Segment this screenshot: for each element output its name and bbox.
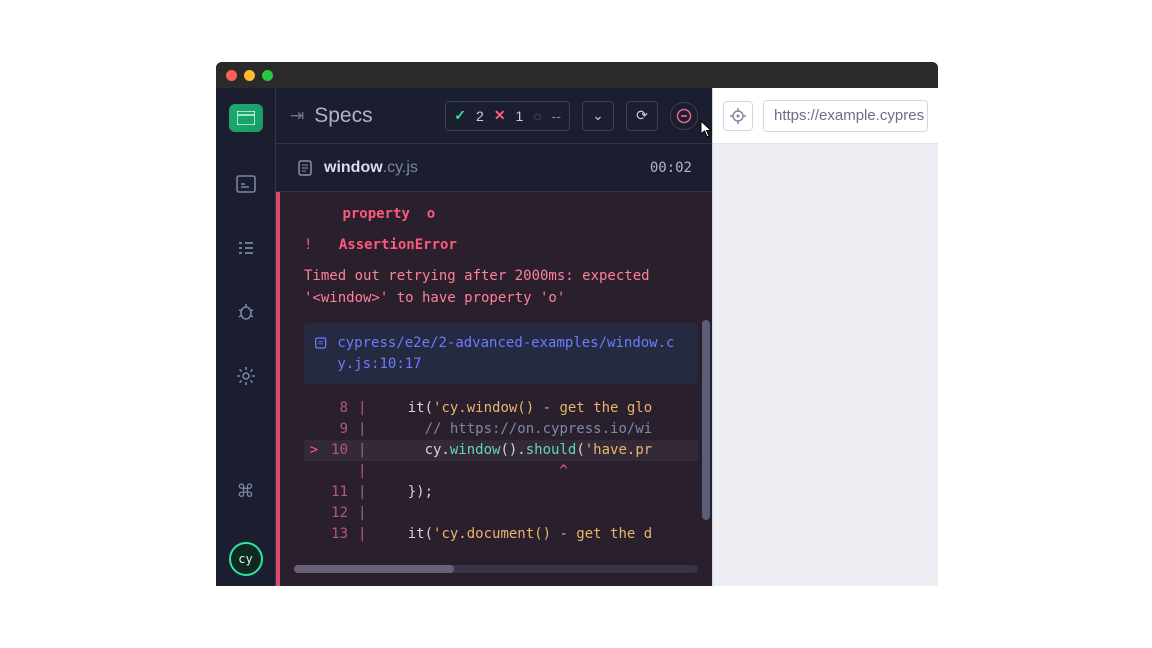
assertion-error-title-row: ! AssertionError <box>304 235 698 256</box>
close-window-button[interactable] <box>226 70 237 81</box>
maximize-window-button[interactable] <box>262 70 273 81</box>
file-link-icon <box>314 335 327 351</box>
vertical-scrollbar[interactable] <box>700 150 712 586</box>
main-row: ⌘ cy ⇥ Specs ✓ 2 ✕ 1 ◌ -- ⌄ <box>216 88 938 586</box>
nav-settings-icon[interactable] <box>234 364 258 388</box>
code-line: 9| // https://on.cypress.io/wi <box>304 419 698 440</box>
nav-debug-icon[interactable] <box>234 300 258 324</box>
error-panel: property o ! AssertionError Timed out re… <box>276 192 712 586</box>
file-icon <box>296 159 314 177</box>
chevron-down-icon: ⌄ <box>592 107 604 124</box>
keyboard-shortcuts-icon[interactable]: ⌘ <box>237 481 255 502</box>
cypress-logo-icon[interactable]: cy <box>229 542 263 576</box>
property-value: o <box>427 206 435 222</box>
scrollbar-thumb[interactable] <box>294 565 454 573</box>
left-nav: ⌘ cy <box>216 88 276 586</box>
preview-body[interactable] <box>713 144 938 586</box>
error-bang-icon: ! <box>304 237 312 253</box>
code-line: 11| }); <box>304 482 698 503</box>
preview-toolbar: https://example.cypres <box>713 88 938 144</box>
error-message: Timed out retrying after 2000ms: expecte… <box>304 266 698 309</box>
logo-text: cy <box>238 552 252 566</box>
nav-runs-icon[interactable] <box>234 172 258 196</box>
vertical-scrollbar-thumb[interactable] <box>702 320 710 520</box>
code-line: 12| <box>304 503 698 524</box>
code-line: 8| it('cy.window() - get the glo <box>304 398 698 419</box>
nav-specs-icon[interactable] <box>229 104 263 132</box>
stop-icon <box>676 108 692 124</box>
reload-icon: ⟳ <box>636 107 648 124</box>
file-name: window <box>324 159 383 176</box>
error-title: AssertionError <box>339 237 457 253</box>
collapse-icon: ⇥ <box>290 106 304 126</box>
horizontal-scrollbar[interactable] <box>294 565 698 573</box>
code-line: | ^ <box>304 461 698 482</box>
file-ext: .cy.js <box>383 159 418 176</box>
elapsed-timer: 00:02 <box>650 160 692 176</box>
chevron-down-button[interactable]: ⌄ <box>582 101 614 131</box>
window-titlebar[interactable] <box>216 62 938 88</box>
reload-button[interactable]: ⟳ <box>626 101 658 131</box>
stack-trace-link[interactable]: cypress/e2e/2-advanced-examples/window.c… <box>304 323 698 384</box>
assertion-property-line: property o <box>304 204 698 225</box>
minimize-window-button[interactable] <box>244 70 255 81</box>
nav-list-icon[interactable] <box>234 236 258 260</box>
target-icon <box>730 108 746 124</box>
specs-heading[interactable]: ⇥ Specs <box>290 104 373 128</box>
pass-count: 2 <box>476 108 484 124</box>
url-bar[interactable]: https://example.cypres <box>763 100 928 132</box>
check-icon: ✓ <box>454 107 466 124</box>
code-snippet: 8| it('cy.window() - get the glo9| // ht… <box>304 398 698 545</box>
pending-icon: ◌ <box>533 108 541 124</box>
code-line: 13| it('cy.document() - get the d <box>304 524 698 545</box>
spec-file-header[interactable]: window.cy.js 00:02 <box>276 144 712 192</box>
x-icon: ✕ <box>494 107 506 124</box>
app-preview-pane: https://example.cypres <box>712 88 938 586</box>
property-label: property <box>342 206 409 222</box>
stop-button[interactable] <box>670 102 698 130</box>
stack-path: cypress/e2e/2-advanced-examples/window.c… <box>337 333 688 374</box>
center-panel: ⇥ Specs ✓ 2 ✕ 1 ◌ -- ⌄ ⟳ <box>276 88 712 586</box>
url-text: https://example.cypres <box>774 107 924 124</box>
selector-playground-button[interactable] <box>723 101 753 131</box>
specs-label-text: Specs <box>314 104 372 128</box>
fail-count: 1 <box>516 108 524 124</box>
code-line: >10| cy.window().should('have.pr <box>304 440 698 461</box>
top-toolbar: ⇥ Specs ✓ 2 ✕ 1 ◌ -- ⌄ ⟳ <box>276 88 712 144</box>
pending-count: -- <box>552 108 561 124</box>
test-stats[interactable]: ✓ 2 ✕ 1 ◌ -- <box>445 101 570 131</box>
app-window: ⌘ cy ⇥ Specs ✓ 2 ✕ 1 ◌ -- ⌄ <box>216 62 938 586</box>
